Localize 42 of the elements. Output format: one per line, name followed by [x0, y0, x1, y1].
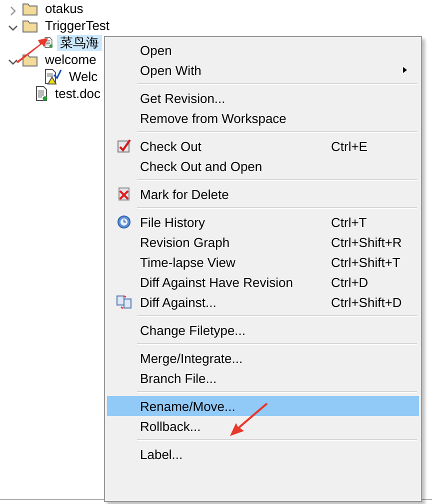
menu-item[interactable]: Rename/Move... [107, 396, 419, 416]
menu-item[interactable]: Diff Against Have Revision Ctrl+D [107, 272, 419, 292]
menu-item[interactable]: Remove from Workspace [107, 108, 419, 128]
menu-item[interactable]: Diff Against... Ctrl+Shift+D [107, 292, 419, 312]
menu-item[interactable]: Change Filetype... [107, 320, 419, 340]
collapse-chevron-icon[interactable] [8, 6, 18, 16]
menu-item[interactable]: Check Out and Open [107, 156, 419, 176]
folder-name[interactable]: welcome [42, 52, 100, 68]
menu-item[interactable]: Open With [107, 60, 419, 80]
menu-item[interactable]: Rollback... [107, 416, 419, 436]
shortcut-text: Ctrl+Shift+D [331, 294, 403, 310]
folder-icon [22, 52, 38, 66]
shortcut-text: Ctrl+Shift+R [331, 234, 403, 250]
shortcut-text: Ctrl+Shift+T [331, 254, 402, 270]
folder-icon [22, 18, 38, 32]
expand-chevron-icon[interactable] [8, 56, 18, 66]
menu-item[interactable]: File History Ctrl+T [107, 212, 419, 232]
menu-item[interactable]: Mark for Delete [107, 184, 419, 204]
compare-documents-icon [116, 295, 132, 309]
folder-icon [22, 2, 38, 16]
menu-item[interactable]: Branch File... [107, 368, 419, 388]
menu-item[interactable]: Time-lapse View Ctrl+Shift+T [107, 252, 419, 272]
menu-item[interactable]: Label... [107, 444, 419, 464]
clock-icon [116, 215, 130, 229]
menu-item[interactable]: Open [107, 40, 419, 60]
edited-document-icon [44, 68, 62, 84]
menu-item[interactable]: Revision Graph Ctrl+Shift+R [107, 232, 419, 252]
shortcut-text: Ctrl+T [331, 214, 368, 230]
menu-item[interactable]: Merge/Integrate... [107, 348, 419, 368]
expand-chevron-icon[interactable] [8, 22, 18, 32]
shortcut-text: Ctrl+D [331, 274, 370, 290]
file-name[interactable]: Welc [66, 68, 101, 84]
file-name[interactable]: test.doc [52, 86, 104, 102]
document-icon [35, 86, 48, 101]
submenu-arrow-icon [403, 67, 407, 73]
menu-item[interactable]: Check Out Ctrl+E [107, 136, 419, 156]
folder-name[interactable]: otakus [42, 0, 86, 16]
file-name[interactable]: 菜鸟海 [57, 34, 102, 50]
menu-item[interactable]: Get Revision... [107, 88, 419, 108]
folder-name[interactable]: TriggerTest [42, 18, 113, 34]
shortcut-text: Ctrl+E [331, 138, 368, 154]
x-document-icon [116, 187, 130, 201]
